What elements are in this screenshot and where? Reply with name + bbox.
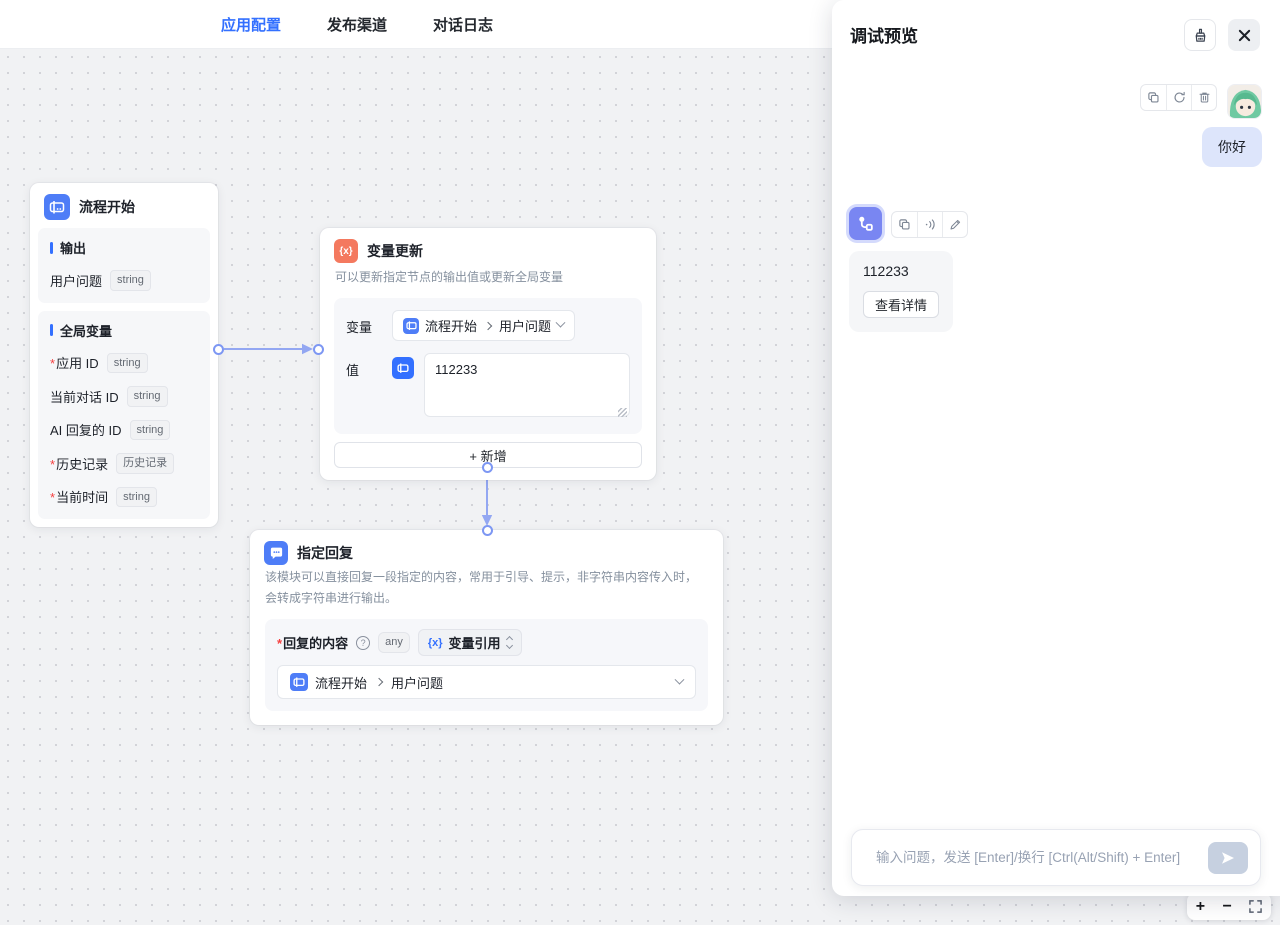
node-description: 该模块可以直接回复一段指定的内容，常用于引导、提示，非字符串内容传入时，会转成字… [250,567,723,609]
var-label: 当前时间 [50,487,108,506]
send-button[interactable] [1208,842,1248,874]
tab-chat-logs[interactable]: 对话日志 [433,14,493,35]
edit-icon[interactable] [942,212,967,237]
var-row: AI 回复的 ID string [50,420,198,441]
ref-source: 流程开始 [425,316,477,335]
section-bar [50,324,53,336]
tab-publish-channel[interactable]: 发布渠道 [327,14,387,35]
canvas-zoom-controls: + − [1187,893,1271,920]
mode-label: 变量引用 [449,633,501,652]
section-title: 全局变量 [60,321,112,340]
global-vars-section: 全局变量 应用 ID string 当前对话 ID string AI 回复的 … [38,311,210,520]
bot-message-row [849,207,968,240]
help-icon[interactable]: ? [356,636,370,650]
chat-input-box [851,829,1261,886]
read-aloud-icon[interactable] [917,212,942,237]
var-row: 当前对话 ID string [50,386,198,407]
bot-response-text: 112233 [863,263,939,279]
reply-ref-dropdown[interactable]: 流程开始 用户问题 [277,665,696,699]
value-type-button[interactable] [392,357,414,379]
type-badge: string [127,386,168,407]
variable-update-node-icon: {x} [334,239,358,263]
variable-editor: 变量 流程开始 用户问题 值 [334,298,642,434]
reference-mode-select[interactable]: {x} 变量引用 [418,629,522,656]
delete-icon[interactable] [1191,85,1216,110]
user-message-bubble: 你好 [1202,127,1262,167]
var-row: 历史记录 历史记录 [50,453,198,474]
flow-start-mini-icon [403,318,419,334]
select-caret-icon [507,637,512,648]
connection-handle-reply-in[interactable] [482,525,493,536]
type-badge-any: any [378,632,410,653]
ref-source: 流程开始 [315,673,367,692]
connection-handle-flowstart-out[interactable] [213,344,224,355]
user-avatar [1227,84,1262,119]
type-badge: 历史记录 [116,453,174,474]
var-label: 应用 ID [50,353,99,372]
retry-icon[interactable] [1166,85,1191,110]
user-message-toolbar [1140,84,1217,111]
chevron-down-icon [675,674,685,684]
bot-response-card: 112233 查看详情 [849,251,953,332]
var-label: 历史记录 [50,454,108,473]
node-flow-start[interactable]: 流程开始 输出 用户问题 string 全局变量 应用 ID string 当前… [30,183,218,527]
copy-icon[interactable] [1141,85,1166,110]
bot-avatar[interactable] [849,207,882,240]
output-section: 输出 用户问题 string [38,228,210,303]
ref-field: 用户问题 [499,316,551,335]
var-row: 应用 ID string [50,353,198,374]
specified-reply-node-icon [264,541,288,565]
user-message-row [1140,84,1262,119]
var-label: 当前对话 ID [50,387,119,406]
bot-message-toolbar [891,211,968,238]
copy-icon[interactable] [892,212,917,237]
value-field-label: 值 [346,353,382,379]
ref-field: 用户问题 [391,673,443,692]
section-title: 输出 [60,238,86,257]
output-row: 用户问题 string [50,270,198,291]
debug-panel-header: 调试预览 [832,0,1280,62]
connection-handle-varupdate-in[interactable] [313,344,324,355]
app-window: 应用配置 发布渠道 对话日志 流程开始 输出 [0,0,1280,925]
variable-icon: {x} [428,637,443,649]
var-label: AI 回复的 ID [50,420,122,439]
var-row: 当前时间 string [50,487,198,508]
node-title: 变量更新 [367,241,423,261]
close-panel-button[interactable] [1228,19,1260,51]
variable-ref-dropdown[interactable]: 流程开始 用户问题 [392,310,575,341]
fullscreen-button[interactable] [1249,900,1262,913]
type-badge: string [107,353,148,374]
reply-content-editor: 回复的内容 ? any {x} 变量引用 流程开始 用户问题 [265,619,708,711]
output-label: 用户问题 [50,271,102,290]
node-subtitle: 可以更新指定节点的输出值或更新全局变量 [320,267,656,288]
node-title: 流程开始 [79,197,135,217]
type-badge: string [110,270,151,291]
zoom-out-button[interactable]: − [1223,899,1232,915]
section-bar [50,242,53,254]
chat-input[interactable] [852,850,1208,865]
resize-grip[interactable] [618,408,627,417]
node-variable-update[interactable]: {x} 变量更新 可以更新指定节点的输出值或更新全局变量 变量 流程开始 用户问… [320,228,656,480]
type-badge: string [116,487,157,508]
variable-field-label: 变量 [346,310,382,336]
chevron-right-icon [484,321,492,329]
view-details-button[interactable]: 查看详情 [863,291,939,318]
type-badge: string [130,420,171,441]
tab-app-config[interactable]: 应用配置 [221,14,281,35]
debug-panel-title: 调试预览 [850,22,918,47]
node-specified-reply[interactable]: 指定回复 该模块可以直接回复一段指定的内容，常用于引导、提示，非字符串内容传入时… [250,530,723,725]
debug-preview-panel: 调试预览 [832,0,1280,896]
connection-handle-varupdate-out[interactable] [482,462,493,473]
flow-start-node-icon [44,194,70,220]
reply-field-label-wrap: 回复的内容 [277,633,348,652]
node-title: 指定回复 [297,543,353,563]
chevron-right-icon [375,678,383,686]
zoom-in-button[interactable]: + [1196,899,1205,915]
reply-field-label: 回复的内容 [277,636,348,651]
chevron-down-icon [556,318,566,328]
clear-history-button[interactable] [1184,19,1216,51]
value-input[interactable]: 112233 [424,353,630,417]
flow-start-mini-icon [290,673,308,691]
